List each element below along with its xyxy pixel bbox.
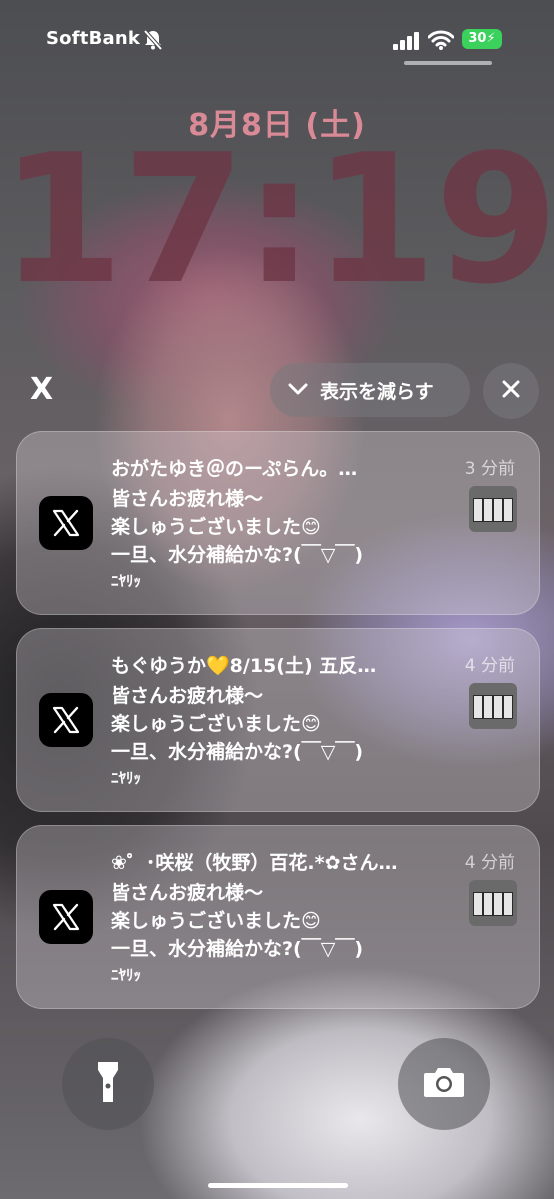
notification-time: 4 分前 [464,853,515,873]
notification-line: 皆さんお疲れ様〜 [111,685,264,707]
status-bar: SoftBank 30⚡︎ [0,28,554,58]
notification-line: 一旦、水分補給かな?(￣▽￣) [111,741,364,763]
notification-line: 一旦、水分補給かな?(￣▽￣) [111,938,364,960]
show-less-button[interactable]: 表示を減らす [270,363,470,417]
battery-level: 30 [468,31,487,46]
close-icon [501,379,521,403]
notification-line: 楽しゅうございました😊 [111,713,321,735]
notification-line: ﾆﾔﾘｯ [111,966,142,984]
camera-button[interactable] [398,1038,490,1130]
x-logo-icon [39,496,93,550]
notification-line: ﾆﾔﾘｯ [111,769,142,787]
clear-notifications-button[interactable] [483,363,539,419]
notification-title: ❀゜･咲桜（牧野）百花.*✿さん… [111,852,398,874]
x-logo-icon [39,890,93,944]
notification-title: おがたゆき＠のーぷらん。… [111,458,358,480]
battery-indicator: 30⚡︎ [462,29,502,49]
notification-time: 3 分前 [464,459,515,479]
carrier-name: SoftBank [46,28,141,49]
camera-icon [422,1065,466,1103]
stack-app-label: X [30,372,54,407]
notification-title: もぐゆうか💛8/15(土) 五反… [111,655,377,677]
home-indicator[interactable] [208,1183,348,1188]
control-center-grabber[interactable] [404,61,492,65]
notification-line: 楽しゅうございました😊 [111,516,321,538]
wifi-icon [427,30,455,54]
attachment-thumbnail [469,880,517,926]
notification-line: 楽しゅうございました😊 [111,910,321,932]
notification-card[interactable]: ❀゜･咲桜（牧野）百花.*✿さん… 4 分前 皆さんお疲れ様〜 楽しゅうございま… [16,825,540,1009]
chevron-down-icon [288,381,308,400]
lock-time: 17:19 [0,116,554,323]
bell-slash-icon [142,29,164,55]
notification-line: 一旦、水分補給かな?(￣▽￣) [111,544,364,566]
x-logo-icon [39,693,93,747]
flashlight-icon [96,1060,120,1108]
cellular-signal-icon [393,32,421,54]
notification-line: ﾆﾔﾘｯ [111,572,142,590]
notification-time: 4 分前 [464,656,515,676]
show-less-label: 表示を減らす [320,380,434,403]
notification-line: 皆さんお疲れ様〜 [111,882,264,904]
attachment-thumbnail [469,683,517,729]
notification-card[interactable]: おがたゆき＠のーぷらん。… 3 分前 皆さんお疲れ様〜 楽しゅうございました😊 … [16,431,540,615]
notification-line: 皆さんお疲れ様〜 [111,488,264,510]
notification-card[interactable]: もぐゆうか💛8/15(土) 五反… 4 分前 皆さんお疲れ様〜 楽しゅうございま… [16,628,540,812]
attachment-thumbnail [469,486,517,532]
flashlight-button[interactable] [62,1038,154,1130]
